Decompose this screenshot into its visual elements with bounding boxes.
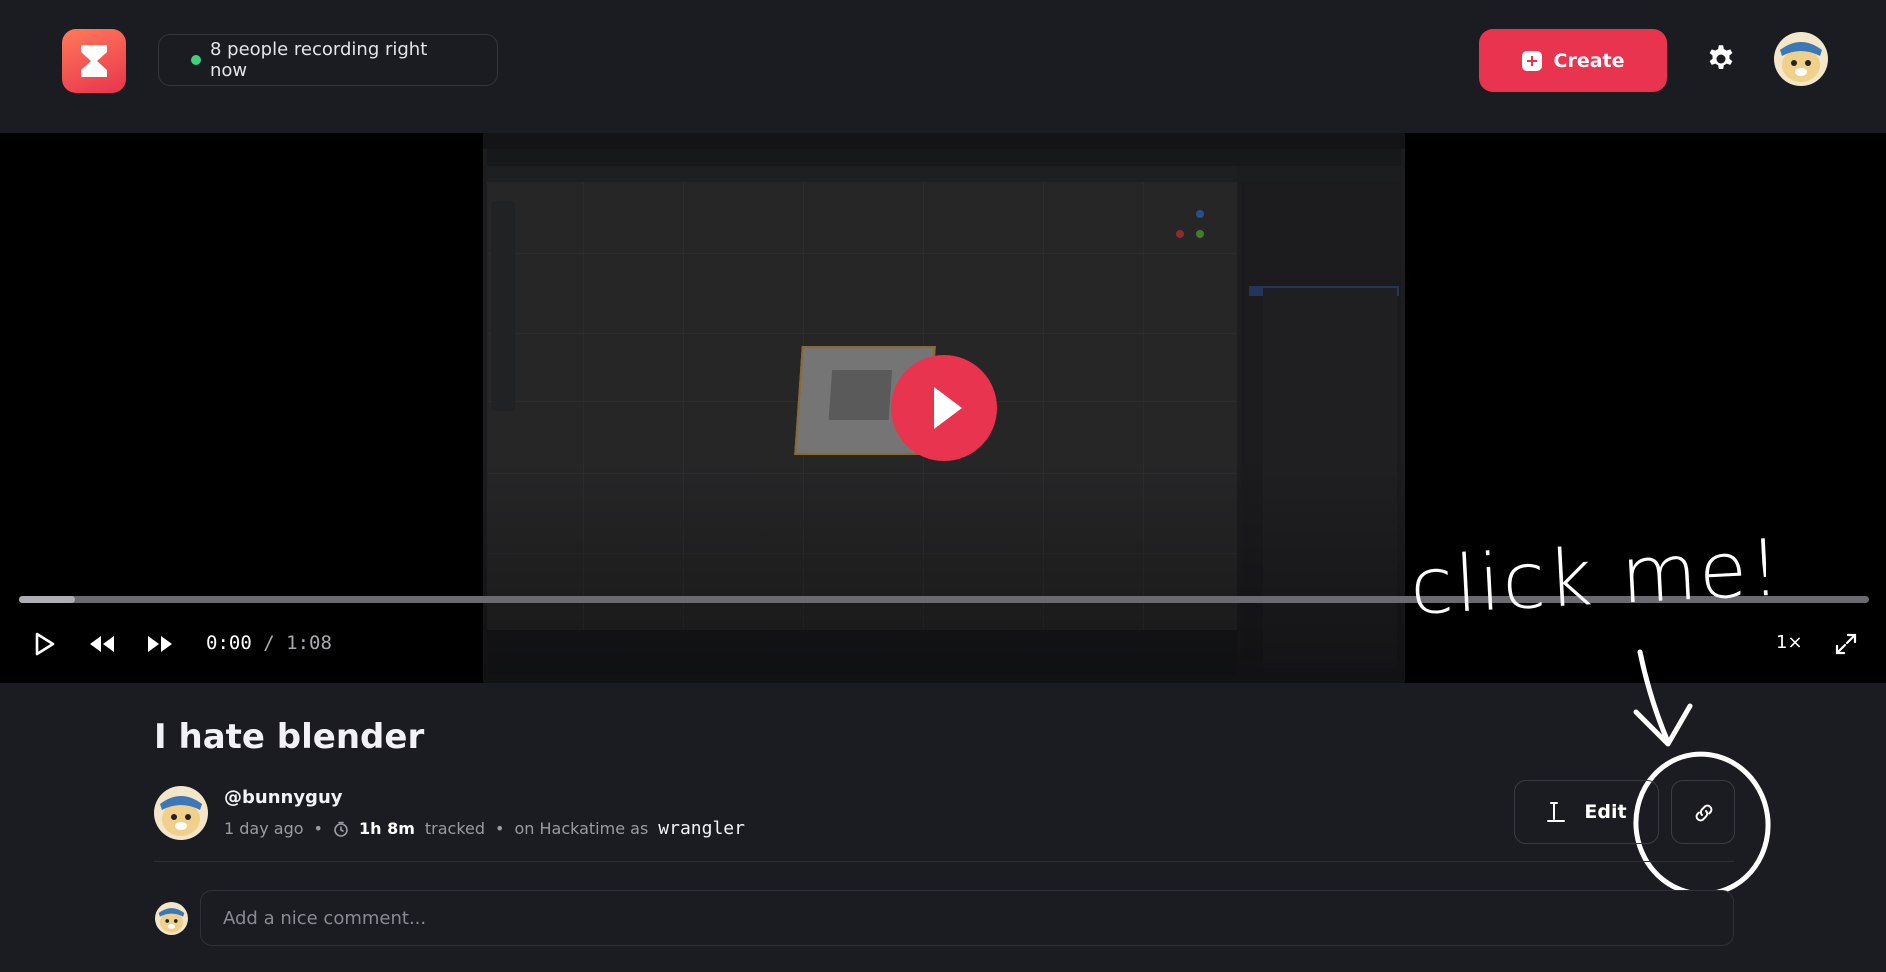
fast-forward-button[interactable]	[146, 629, 174, 659]
duration: 1:08	[286, 632, 332, 654]
copy-link-button[interactable]	[1671, 780, 1735, 844]
progress-fill	[19, 596, 75, 603]
current-time: 0:00	[206, 632, 252, 654]
hackatime-username[interactable]: wrangler	[658, 818, 745, 839]
rewind-button[interactable]	[88, 629, 116, 659]
time-separator: /	[263, 632, 275, 654]
meta-separator: •	[313, 819, 323, 838]
play-overlay-button[interactable]	[891, 355, 997, 461]
user-avatar[interactable]	[1774, 32, 1828, 86]
tracked-time: 1h 8m	[358, 819, 415, 838]
live-status-text: 8 people recording right now	[210, 39, 428, 81]
live-recording-status: 8 people recording right now	[158, 34, 498, 86]
avatar-icon	[155, 902, 188, 935]
create-button[interactable]: Create	[1479, 29, 1667, 92]
fullscreen-icon[interactable]	[1834, 632, 1858, 656]
time-display: 0:00 / 1:08	[206, 632, 332, 654]
gear-icon[interactable]	[1706, 44, 1736, 74]
text-cursor-icon	[1547, 802, 1566, 822]
section-divider	[154, 861, 1734, 862]
author-avatar[interactable]	[154, 786, 208, 840]
top-bar: 8 people recording right now Create	[0, 0, 1886, 133]
hackatime-label: on Hackatime as	[514, 819, 649, 838]
meta-separator: •	[495, 819, 505, 838]
hourglass-icon	[81, 45, 107, 77]
play-icon	[35, 632, 55, 656]
live-dot-icon	[191, 55, 201, 65]
tracked-label: tracked	[424, 819, 486, 838]
posted-time: 1 day ago	[224, 819, 304, 838]
edit-button[interactable]: Edit	[1514, 780, 1659, 844]
recording-title: I hate blender	[154, 717, 425, 757]
author-username[interactable]: @bunnyguy	[224, 787, 343, 808]
playback-speed[interactable]: 1×	[1776, 632, 1803, 653]
clock-icon	[334, 821, 348, 837]
edit-label: Edit	[1584, 801, 1627, 823]
link-icon	[1695, 804, 1713, 822]
play-button[interactable]	[34, 629, 56, 659]
fast-forward-icon	[148, 636, 172, 652]
avatar-icon	[1774, 32, 1828, 86]
create-label: Create	[1553, 49, 1625, 72]
commenter-avatar	[155, 902, 188, 935]
avatar-icon	[154, 786, 208, 840]
plus-icon	[1521, 50, 1542, 71]
comment-input[interactable]	[200, 890, 1734, 946]
app-logo[interactable]	[62, 29, 126, 93]
rewind-icon	[90, 636, 114, 652]
recording-meta: 1 day ago • 1h 8m tracked • on Hackatime…	[224, 818, 745, 839]
